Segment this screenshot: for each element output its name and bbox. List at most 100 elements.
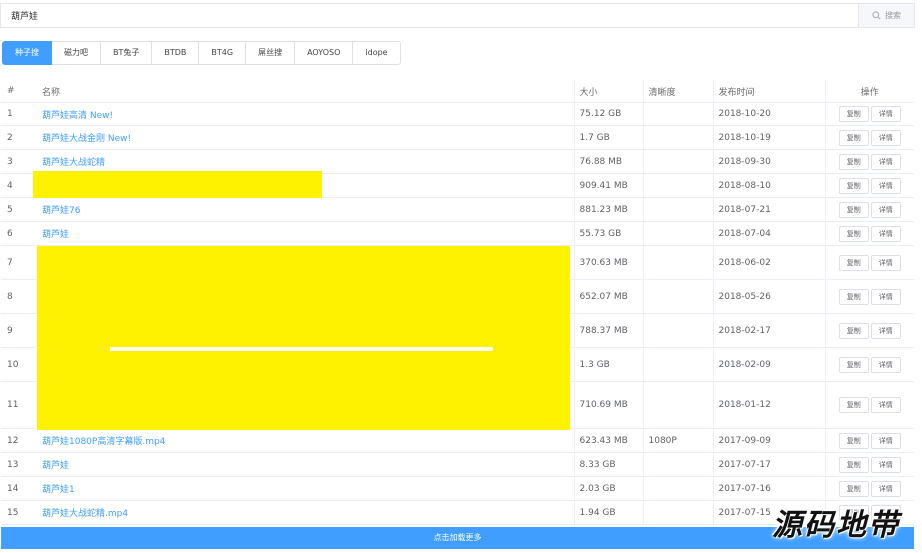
copy-button[interactable]: 复制: [838, 288, 869, 305]
row-num: 8: [1, 279, 37, 314]
detail-button[interactable]: 详情: [870, 153, 901, 170]
row-resolution: [643, 476, 714, 501]
copy-button[interactable]: 复制: [838, 201, 869, 218]
detail-button[interactable]: 详情: [870, 201, 901, 218]
row-num: 4: [1, 173, 37, 198]
detail-button[interactable]: 详情: [870, 106, 901, 122]
row-size: 788.37 MB: [574, 313, 644, 348]
row-date: 2018-01-12: [713, 381, 826, 429]
row-size: 8.33 GB: [574, 452, 644, 477]
copy-button[interactable]: 复制: [838, 397, 869, 413]
copy-button[interactable]: 复制: [838, 456, 869, 473]
row-ops: 复制 详情: [825, 102, 914, 126]
row-size: 909.41 MB: [574, 173, 644, 198]
detail-button[interactable]: 详情: [870, 322, 901, 339]
col-date-header: 发布时间: [713, 80, 826, 103]
detail-button[interactable]: 详情: [870, 480, 901, 497]
tab-1[interactable]: 磁力吧: [51, 41, 101, 65]
row-date: 2018-07-04: [713, 221, 826, 246]
detail-button[interactable]: 详情: [870, 254, 901, 271]
row-ops: 复制 详情: [825, 245, 914, 280]
row-num: 6: [1, 221, 37, 246]
row-name-cell: 葫芦娃76: [37, 197, 575, 222]
torrent-name-link[interactable]: 葫芦娃: [42, 461, 69, 471]
torrent-name-link[interactable]: 葫芦娃1080P高清字幕版.mp4: [42, 437, 165, 447]
search-button[interactable]: 搜索: [858, 4, 914, 27]
row-resolution: [643, 125, 714, 150]
row-size: 881.23 MB: [574, 197, 644, 222]
detail-button[interactable]: 详情: [870, 288, 901, 305]
row-resolution: [643, 347, 714, 382]
row-date: 2017-07-17: [713, 452, 826, 477]
row-num: 2: [1, 125, 37, 150]
tab-7[interactable]: idope: [352, 41, 401, 65]
row-size: 1.94 GB: [574, 500, 644, 525]
row-name-cell: 葫芦娃: [37, 452, 575, 477]
tab-6[interactable]: AOYOSO: [294, 41, 354, 65]
col-ops-header: 操作: [825, 80, 914, 103]
copy-button[interactable]: 复制: [838, 153, 869, 170]
row-ops: 复制 详情: [825, 173, 914, 198]
detail-button[interactable]: 详情: [870, 225, 901, 242]
copy-button[interactable]: 复制: [838, 322, 869, 339]
detail-button[interactable]: 详情: [870, 177, 901, 194]
row-ops: 复制 详情: [825, 125, 914, 150]
table-row: 3 葫芦娃大战蛇精 76.88 MB 2018-09-30 复制 详情: [1, 149, 914, 174]
torrent-name-link[interactable]: 葫芦娃: [42, 230, 69, 240]
row-resolution: [643, 313, 714, 348]
row-num: 14: [1, 476, 37, 501]
detail-button[interactable]: 详情: [870, 432, 901, 449]
torrent-name-link[interactable]: 葫芦娃1: [42, 485, 75, 495]
detail-button[interactable]: 详情: [870, 397, 901, 413]
detail-button[interactable]: 详情: [870, 356, 901, 373]
row-resolution: [643, 173, 714, 198]
row-size: 1.3 GB: [574, 347, 644, 382]
search-input[interactable]: [1, 4, 859, 27]
torrent-name-link[interactable]: 葫芦娃大战蛇精.mp4: [42, 509, 128, 519]
row-num: 1: [1, 102, 37, 126]
copy-button[interactable]: 复制: [838, 254, 869, 271]
row-size: 2.03 GB: [574, 476, 644, 501]
torrent-name-link[interactable]: 葫芦娃高清 New!: [42, 111, 113, 121]
col-num-header: #: [1, 80, 37, 103]
search-icon: [872, 11, 881, 20]
copy-button[interactable]: 复制: [838, 356, 869, 373]
tab-2[interactable]: BT兔子: [100, 41, 153, 65]
torrent-name-link[interactable]: 葫芦娃76: [42, 206, 80, 216]
search-button-label: 搜索: [885, 11, 901, 20]
row-resolution: [643, 197, 714, 222]
row-resolution: [643, 279, 714, 314]
torrent-name-link[interactable]: 葫芦娃大战蛇精: [42, 158, 105, 168]
table-row: 12 葫芦娃1080P高清字幕版.mp4 623.43 MB 1080P 2017-09…: [1, 428, 914, 453]
row-resolution: [643, 149, 714, 174]
copy-button[interactable]: 复制: [838, 129, 869, 146]
copy-button[interactable]: 复制: [838, 432, 869, 449]
table-header: # 名称 大小 清晰度 发布时间 操作: [1, 80, 914, 103]
torrent-name-link[interactable]: 葫芦娃大战金刚 New!: [42, 134, 131, 144]
row-size: 55.73 GB: [574, 221, 644, 246]
copy-button[interactable]: 复制: [838, 480, 869, 497]
row-resolution: [643, 245, 714, 280]
row-ops: 复制 详情: [825, 279, 914, 314]
table-row: 13 葫芦娃 8.33 GB 2017-07-17 复制 详情: [1, 452, 914, 477]
row-size: 710.69 MB: [574, 381, 644, 429]
watermark-logo: 源码地带: [772, 508, 900, 543]
tab-0[interactable]: 种子搜: [2, 41, 52, 65]
row-num: 5: [1, 197, 37, 222]
col-name-header: 名称: [37, 80, 575, 103]
redaction-box: [33, 171, 322, 198]
row-ops: 复制 详情: [825, 381, 914, 429]
detail-button[interactable]: 详情: [870, 456, 901, 473]
tab-4[interactable]: BT4G: [198, 41, 247, 65]
copy-button[interactable]: 复制: [838, 106, 869, 122]
row-date: 2018-05-26: [713, 279, 826, 314]
copy-button[interactable]: 复制: [838, 225, 869, 242]
row-name-cell: 葫芦娃1080P高清字幕版.mp4: [37, 428, 575, 453]
row-ops: 复制 详情: [825, 221, 914, 246]
tab-3[interactable]: BTDB: [151, 41, 200, 65]
row-date: 2018-09-30: [713, 149, 826, 174]
redaction-box: [37, 246, 570, 430]
tab-5[interactable]: 屌丝搜: [245, 41, 296, 65]
detail-button[interactable]: 详情: [870, 129, 901, 146]
copy-button[interactable]: 复制: [838, 177, 869, 194]
